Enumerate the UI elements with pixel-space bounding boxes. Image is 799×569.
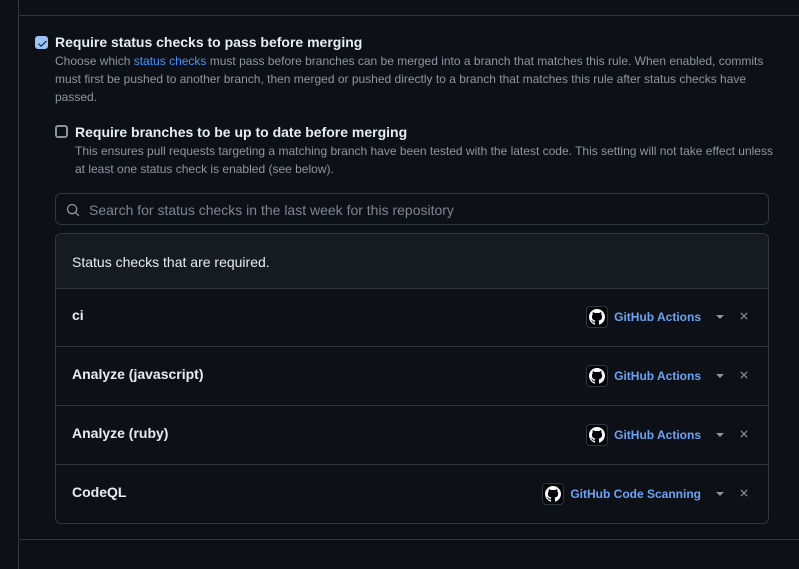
remove-check-close-icon[interactable] (738, 428, 750, 440)
status-check-search (55, 193, 769, 226)
section-divider-top (18, 15, 799, 16)
github-mark-icon (586, 365, 609, 387)
remove-check-close-icon[interactable] (738, 310, 750, 322)
required-check-row: ci GitHub Actions (56, 288, 768, 347)
github-mark-icon (586, 424, 609, 446)
check-name: Analyze (javascript) (72, 366, 204, 382)
github-mark-icon (542, 483, 565, 505)
require-up-to-date-checkbox[interactable] (55, 125, 68, 138)
app-selector[interactable]: GitHub Code Scanning (542, 483, 701, 505)
required-check-row: Analyze (ruby) GitHub Actions (56, 406, 768, 465)
app-selector[interactable]: GitHub Actions (586, 424, 701, 446)
required-check-row: Analyze (javascript) GitHub Actions (56, 347, 768, 406)
app-dropdown-caret-icon[interactable] (716, 492, 724, 496)
app-selector[interactable]: GitHub Actions (586, 365, 701, 387)
search-icon (66, 203, 80, 217)
app-dropdown-caret-icon[interactable] (716, 433, 724, 437)
require-up-to-date-title[interactable]: Require branches to be up to date before… (75, 124, 407, 140)
required-checks-header: Status checks that are required. (56, 234, 768, 289)
check-name: ci (72, 307, 84, 323)
check-name: Analyze (ruby) (72, 425, 169, 441)
checkmark-icon (38, 40, 47, 47)
require-status-checks-description: Choose which status checks must pass bef… (55, 52, 767, 106)
required-check-row: CodeQL GitHub Code Scanning (56, 465, 768, 523)
app-selector[interactable]: GitHub Actions (586, 306, 701, 328)
app-dropdown-caret-icon[interactable] (716, 315, 724, 319)
app-dropdown-caret-icon[interactable] (716, 374, 724, 378)
section-divider-bottom (18, 539, 799, 540)
app-name: GitHub Actions (614, 369, 701, 383)
required-checks-panel: Status checks that are required. ci GitH… (55, 233, 769, 524)
required-checks-header-text: Status checks that are required. (72, 254, 270, 270)
require-status-checks-title[interactable]: Require status checks to pass before mer… (55, 34, 362, 50)
remove-check-close-icon[interactable] (738, 487, 750, 499)
description-text-start: Choose which (55, 54, 134, 68)
require-status-checks-checkbox[interactable] (35, 36, 48, 49)
search-input[interactable] (87, 194, 760, 226)
app-name: GitHub Actions (614, 428, 701, 442)
status-checks-link[interactable]: status checks (134, 54, 207, 68)
require-up-to-date-description: This ensures pull requests targeting a m… (75, 144, 773, 176)
check-name: CodeQL (72, 484, 127, 500)
github-mark-icon (586, 306, 609, 328)
app-name: GitHub Actions (614, 310, 701, 324)
app-name: GitHub Code Scanning (570, 487, 701, 501)
remove-check-close-icon[interactable] (738, 369, 750, 381)
